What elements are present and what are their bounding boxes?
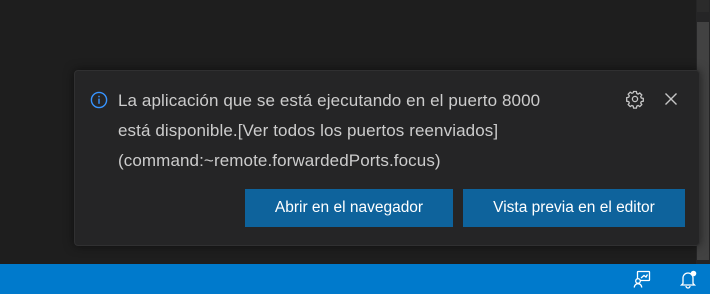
status-bar-right — [632, 268, 698, 290]
gear-icon[interactable] — [625, 89, 645, 109]
notification-toolbar — [625, 89, 681, 109]
preview-in-editor-button[interactable]: Vista previa en el editor — [463, 189, 685, 227]
open-in-browser-button[interactable]: Abrir en el navegador — [245, 189, 453, 227]
status-bar — [0, 264, 710, 294]
close-icon[interactable] — [661, 89, 681, 109]
message-line-2: está disponible.[Ver todos los puertos r… — [118, 121, 499, 140]
scrollbar-top-segment — [697, 0, 709, 12]
port-forward-notification: La aplicación que se está ejecutando en … — [74, 70, 700, 246]
feedback-icon[interactable] — [632, 268, 652, 290]
info-icon — [90, 91, 108, 109]
notification-buttons: Abrir en el navegador Vista previa en el… — [245, 189, 685, 227]
message-line-1: La aplicación que se está ejecutando en … — [118, 91, 541, 110]
notifications-bell-icon[interactable] — [678, 268, 698, 290]
notification-message: La aplicación que se está ejecutando en … — [118, 86, 618, 176]
message-line-3: (command:~remote.forwardedPorts.focus) — [118, 151, 441, 170]
